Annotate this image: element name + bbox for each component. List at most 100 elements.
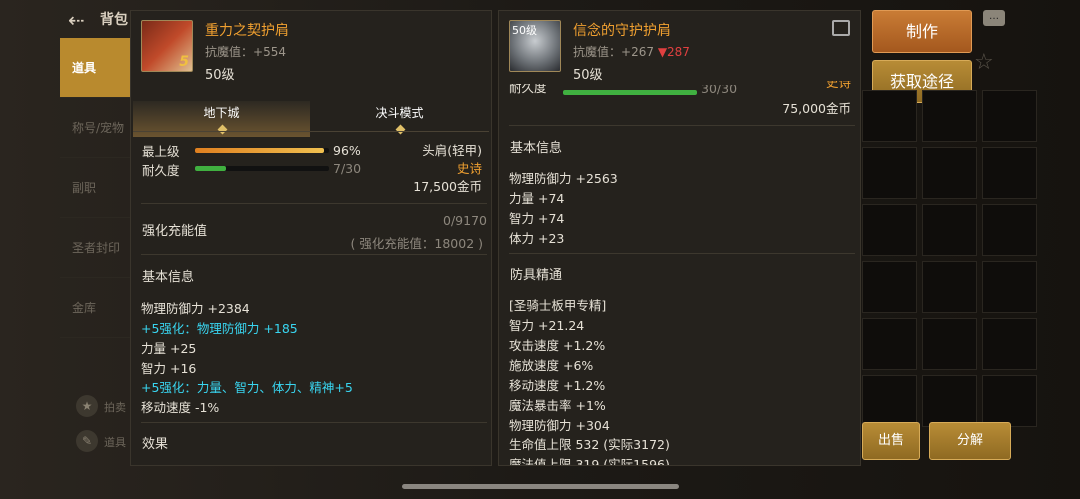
- inventory-slot[interactable]: [982, 261, 1037, 313]
- magic-resist-label: 抗魔值：: [205, 45, 254, 59]
- item-icon[interactable]: ✎: [76, 430, 98, 452]
- decompose-button[interactable]: 分解: [929, 422, 1011, 460]
- share-icon[interactable]: [832, 20, 850, 36]
- mastery-line: [圣骑士板甲专精]: [509, 298, 607, 313]
- durability-bar-fill: [563, 90, 697, 95]
- durability-label: 耐久度: [142, 163, 180, 178]
- inventory-slot[interactable]: [862, 318, 917, 370]
- grade-bar: [195, 148, 329, 153]
- divider: [133, 131, 489, 132]
- inventory-slot[interactable]: [862, 147, 917, 199]
- back-arrow-icon[interactable]: ⇠: [68, 8, 90, 32]
- divider: [141, 203, 487, 204]
- inventory-slot[interactable]: [922, 90, 977, 142]
- mastery-line: 魔法暴击率 +1%: [509, 398, 606, 413]
- item-rarity: 史诗: [825, 81, 851, 90]
- tab-indicator-icon: [395, 124, 405, 135]
- durability-value: 7/30: [333, 161, 362, 176]
- charge-label: 强化充能值: [142, 224, 208, 239]
- grade-value: 96%: [333, 143, 361, 158]
- sell-button[interactable]: 出售: [862, 422, 920, 460]
- item-tooltip-equipped: 5 重力之契护肩 抗魔值：+554 50级 地下城 决斗模式 最上级 96% 耐…: [130, 10, 492, 466]
- inventory-slot[interactable]: [982, 90, 1037, 142]
- home-indicator[interactable]: [402, 484, 679, 489]
- make-button[interactable]: 制作: [872, 10, 972, 53]
- chat-icon[interactable]: …: [983, 10, 1005, 26]
- item-level: 50级: [205, 68, 235, 83]
- inventory-slot[interactable]: [862, 90, 917, 142]
- enhance-badge: 5: [179, 54, 189, 70]
- inventory-slot[interactable]: [982, 147, 1037, 199]
- mastery-line: 施放速度 +6%: [509, 358, 594, 373]
- item-label: 道具: [104, 436, 126, 449]
- stat-line: 物理防御力 +2563: [509, 171, 618, 186]
- bag-title: 背包: [100, 12, 128, 28]
- inventory-slot[interactable]: [922, 204, 977, 256]
- item-level: 50级: [573, 68, 603, 83]
- item-name: 信念的守护护肩: [573, 23, 671, 39]
- inventory-slot[interactable]: [982, 318, 1037, 370]
- item-rarity: 史诗: [456, 161, 482, 176]
- inventory-slot[interactable]: [862, 204, 917, 256]
- inventory-slot[interactable]: [922, 261, 977, 313]
- inventory-slot[interactable]: [922, 147, 977, 199]
- star-icon[interactable]: ☆: [974, 50, 994, 75]
- grade-bar-fill: [195, 148, 324, 153]
- divider: [509, 253, 855, 254]
- sidebar-tab-vault[interactable]: 金库: [60, 278, 130, 338]
- sidebar: 道具 称号/宠物 副职 圣者封印 金库: [60, 38, 130, 338]
- item-price: 17,500金币: [413, 179, 482, 194]
- stat-line: 移动速度 -1%: [141, 400, 220, 415]
- magic-resist-label: 抗魔值：: [573, 45, 622, 59]
- effect-header: 效果: [142, 437, 169, 452]
- magic-resist-value: +267: [621, 45, 654, 59]
- charge-value: 0/9170: [443, 213, 487, 228]
- stat-line-enhance: +5强化：物理防御力 +185: [141, 321, 298, 336]
- magic-resist-value: +554: [253, 45, 286, 59]
- stat-line-enhance: +5强化：力量、智力、体力、精神+5: [141, 380, 353, 395]
- durability-bar-fill: [195, 166, 227, 171]
- stat-line: 智力 +16: [141, 361, 197, 376]
- inventory-slot[interactable]: [922, 318, 977, 370]
- stat-line: 力量 +74: [509, 191, 565, 206]
- mastery-line: 物理防御力 +304: [509, 418, 610, 433]
- inventory-slot[interactable]: [922, 375, 977, 427]
- item-icon-gravity-pauldron: 5: [141, 20, 193, 72]
- sidebar-tab-title-pet[interactable]: 称号/宠物: [60, 98, 130, 158]
- basic-info-header: 基本信息: [142, 270, 195, 285]
- mastery-line: 攻击速度 +1.2%: [509, 338, 606, 353]
- mastery-header: 防具精通: [510, 268, 563, 283]
- inventory-slot[interactable]: [862, 375, 917, 427]
- grade-label: 最上级: [142, 144, 180, 159]
- durability-label: 耐久度: [509, 84, 547, 95]
- magic-resist-diff: ▼287: [657, 45, 690, 59]
- mastery-line: 生命值上限 532 (实际3172): [509, 437, 670, 452]
- stat-line: 智力 +74: [509, 211, 565, 226]
- stat-line: 体力 +23: [509, 231, 565, 246]
- sidebar-tab-subjob[interactable]: 副职: [60, 158, 130, 218]
- durability-bar: [563, 90, 697, 95]
- inventory-slot[interactable]: [862, 261, 917, 313]
- divider: [509, 125, 855, 126]
- tab-indicator-icon: [217, 124, 227, 135]
- inventory-slot[interactable]: [982, 375, 1037, 427]
- icon-level-label: 50级: [512, 24, 537, 37]
- divider: [141, 422, 487, 423]
- stat-line: 力量 +25: [141, 341, 197, 356]
- charge-note: ( 强化充能值：18002 ): [350, 236, 483, 251]
- mastery-line: 智力 +21.24: [509, 318, 585, 333]
- inventory-slot[interactable]: [982, 204, 1037, 256]
- auction-icon[interactable]: ★: [76, 395, 98, 417]
- divider: [141, 254, 487, 255]
- sidebar-tab-seal[interactable]: 圣者封印: [60, 218, 130, 278]
- auction-label: 拍卖: [104, 401, 126, 414]
- item-name: 重力之契护肩: [205, 23, 289, 39]
- mastery-line: 移动速度 +1.2%: [509, 378, 606, 393]
- sidebar-tab-items[interactable]: 道具: [60, 38, 130, 98]
- item-icon-faith-pauldron: 50级: [509, 20, 561, 72]
- stat-line: 物理防御力 +2384: [141, 301, 250, 316]
- item-slot: 头肩(轻甲): [422, 143, 482, 158]
- item-price: 75,000金币: [782, 101, 851, 116]
- inventory-grid: [862, 90, 1037, 427]
- durability-value: 30/30: [701, 85, 738, 96]
